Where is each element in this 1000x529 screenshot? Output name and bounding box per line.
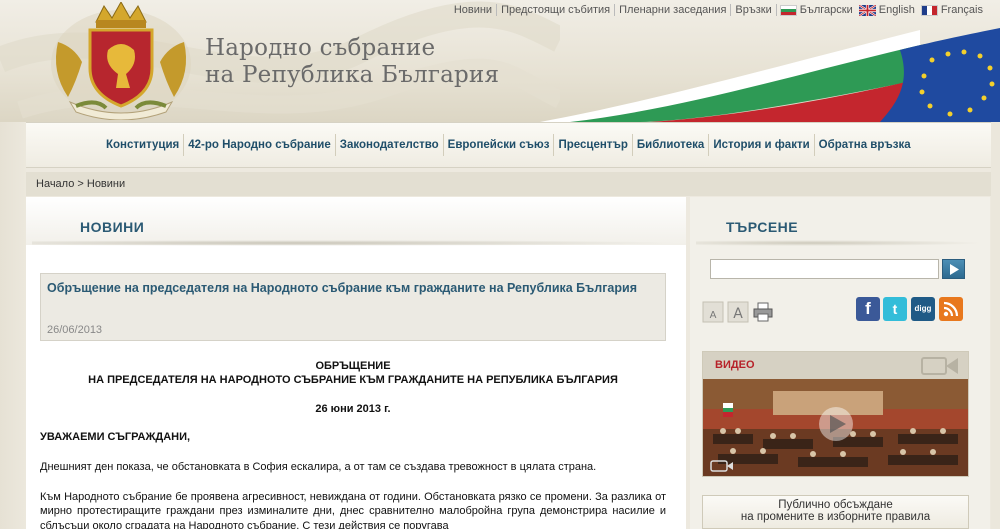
nav-item-press-center[interactable]: Пресцентър	[554, 134, 633, 156]
top-links-bar: Новини Предстоящи събития Пленарни засед…	[450, 2, 986, 18]
print-icon[interactable]	[752, 301, 774, 323]
flag-banner-decoration	[540, 28, 1000, 122]
video-widget[interactable]: ВИДЕО	[702, 351, 969, 477]
nav-item-history[interactable]: История и факти	[709, 134, 815, 156]
article-paragraph: Днешният ден показа, че обстановката в С…	[40, 461, 597, 473]
article-title[interactable]: Обръщение на председателя на Народното с…	[47, 280, 647, 296]
site-header: Народно събрание на Република България Н…	[0, 0, 1000, 122]
main-content: НОВИНИ Обръщение на председателя на Наро…	[26, 197, 686, 529]
decrease-font-icon[interactable]: A	[702, 301, 724, 323]
nav-item-feedback[interactable]: Обратна връзка	[815, 134, 915, 156]
top-link-news[interactable]: Новини	[450, 4, 498, 16]
sidebar: ТЪРСЕНЕ A A f t digg ВИДЕО Публично обсъ…	[690, 197, 990, 529]
top-link-upcoming-events[interactable]: Предстоящи събития	[497, 4, 616, 16]
film-icon	[921, 357, 958, 375]
language-french-label: Français	[940, 4, 983, 16]
sidebar-divider	[696, 240, 984, 246]
bulgarian-flag-icon	[779, 4, 797, 16]
site-title-line1: Народно събрание	[205, 35, 436, 61]
nav-item-constitution[interactable]: Конституция	[102, 134, 185, 156]
nav-item-european-union[interactable]: Европейски съюз	[444, 134, 555, 156]
address-salutation: УВАЖАЕМИ СЪГРАЖДАНИ,	[40, 431, 191, 443]
video-label: ВИДЕО	[715, 359, 755, 371]
section-divider	[32, 240, 682, 246]
address-date: 26 юни 2013 г.	[315, 403, 391, 415]
article-header-box: Обръщение на председателя на Народното с…	[40, 273, 666, 341]
nav-item-legislation[interactable]: Законодателство	[336, 134, 444, 156]
nav-item-library[interactable]: Библиотека	[633, 134, 710, 156]
breadcrumb-current[interactable]: Новини	[87, 178, 125, 190]
breadcrumb: Начало > Новини	[26, 172, 991, 196]
site-title[interactable]: Народно събрание на Република България	[205, 35, 499, 89]
uk-flag-icon	[858, 4, 876, 16]
article-body: ОБРЪЩЕНИЕ НА ПРЕДСЕДАТЕЛЯ НА НАРОДНОТО С…	[40, 359, 666, 529]
twitter-icon[interactable]: t	[883, 297, 907, 321]
breadcrumb-home[interactable]: Начало	[36, 178, 74, 190]
language-english-label: English	[878, 4, 915, 16]
language-bulgarian[interactable]: Български	[777, 4, 856, 16]
left-margin	[0, 122, 26, 529]
right-margin	[991, 122, 1000, 529]
address-subheading: НА ПРЕДСЕДАТЕЛЯ НА НАРОДНОТО СЪБРАНИЕ КЪ…	[88, 374, 618, 386]
svg-text:A: A	[733, 306, 743, 322]
french-flag-icon	[920, 4, 938, 16]
svg-text:A: A	[710, 310, 717, 321]
top-link-links[interactable]: Връзки	[731, 4, 777, 16]
article-paragraph: Към Народното събрание бе проявена агрес…	[40, 490, 666, 529]
language-bulgarian-label: Български	[799, 4, 853, 16]
search-title: ТЪРСЕНЕ	[726, 219, 799, 235]
public-consultation-line1: Публично обсъждане	[778, 499, 893, 511]
digg-icon[interactable]: digg	[911, 297, 935, 321]
arrow-right-icon	[950, 264, 959, 275]
language-english[interactable]: English	[856, 4, 918, 16]
public-consultation-line2: на промените в изборните правила	[740, 511, 931, 523]
breadcrumb-separator: >	[74, 178, 87, 190]
rss-icon[interactable]	[939, 297, 963, 321]
site-title-line2: на Република България	[205, 62, 500, 88]
article-date: 26/06/2013	[47, 324, 103, 336]
facebook-icon[interactable]: f	[856, 297, 880, 321]
top-link-plenary-sessions[interactable]: Пленарни заседания	[615, 4, 732, 16]
section-header: НОВИНИ	[26, 197, 686, 246]
coat-of-arms-icon[interactable]	[46, 2, 196, 120]
address-heading: ОБРЪЩЕНИЕ	[315, 360, 391, 372]
video-thumbnail[interactable]	[703, 379, 969, 477]
section-title: НОВИНИ	[80, 219, 145, 235]
nav-item-42nd-assembly[interactable]: 42-ро Народно събрание	[184, 134, 336, 156]
increase-font-icon[interactable]: A	[727, 301, 749, 323]
public-consultation-banner[interactable]: Публично обсъждане на промените в изборн…	[702, 495, 969, 529]
main-navigation: Конституция 42-ро Народно събрание Закон…	[26, 122, 991, 168]
search-input[interactable]	[710, 259, 939, 279]
search-button[interactable]	[942, 259, 965, 279]
language-french[interactable]: Français	[918, 4, 986, 16]
